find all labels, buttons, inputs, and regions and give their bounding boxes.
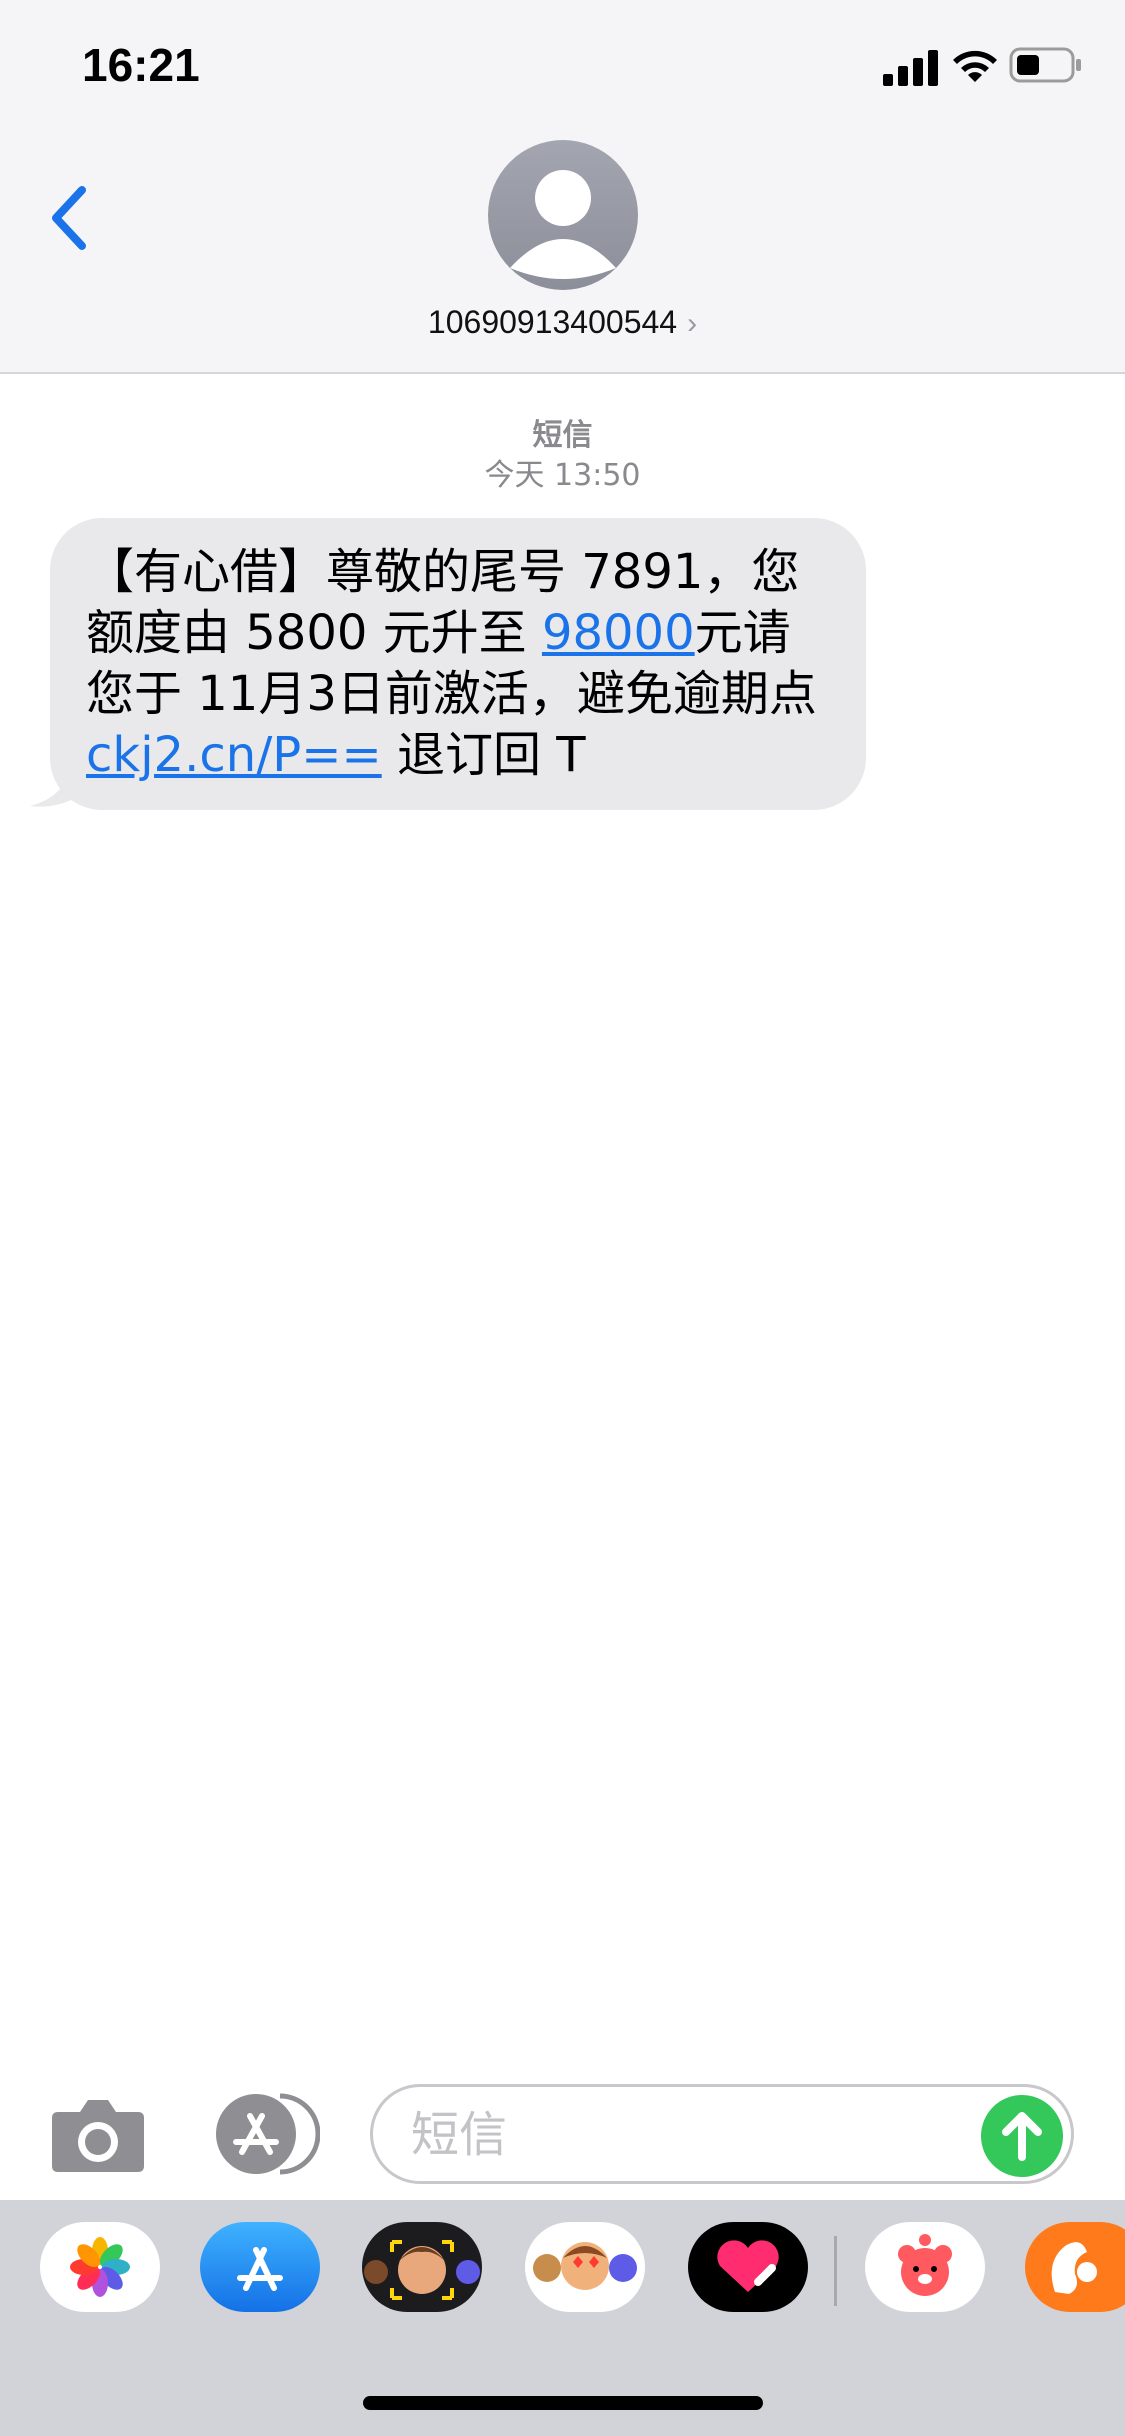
camera-button[interactable]: [50, 2098, 146, 2174]
message-input[interactable]: [409, 2099, 993, 2171]
cellular-signal-icon: [883, 50, 938, 86]
app-store-app-icon[interactable]: [200, 2222, 320, 2312]
person-icon: [510, 170, 616, 279]
message-link-amount[interactable]: 98000: [542, 605, 695, 661]
app-store-icon: [216, 2093, 321, 2175]
message-timestamp: 今天 13:50: [484, 458, 641, 493]
contact-avatar[interactable]: [488, 140, 638, 290]
camera-icon: [52, 2100, 144, 2172]
red-bear-app-icon[interactable]: [865, 2222, 985, 2312]
home-indicator[interactable]: [363, 2396, 763, 2410]
heart-digital-touch-app-icon[interactable]: [688, 2222, 808, 2312]
animoji-stickers-app-icon[interactable]: [525, 2222, 645, 2312]
apps-button[interactable]: [210, 2092, 321, 2176]
wifi-icon: [953, 50, 997, 82]
message-link-url[interactable]: ckj2.cn/P==: [86, 727, 382, 783]
photos-app-icon[interactable]: [40, 2222, 160, 2312]
chevron-left-icon: [52, 186, 86, 250]
conversation-header: 16:21 10690913400544 ›: [0, 0, 1125, 374]
orange-squirrel-app-icon[interactable]: [1025, 2222, 1125, 2312]
drawer-divider: [834, 2236, 837, 2306]
chevron-right-icon: ›: [687, 307, 698, 340]
message-input-container: [370, 2084, 1074, 2184]
heart-icon: [717, 2240, 779, 2292]
status-icons: [883, 46, 1083, 90]
stickers-face-icon: [533, 2242, 637, 2290]
bear-icon: [898, 2234, 952, 2296]
messages-screen: 16:21 10690913400544 › 短信 今天 13:50 【有心借】…: [0, 0, 1125, 2436]
squirrel-icon: [1051, 2242, 1097, 2294]
battery-icon: [1009, 47, 1081, 83]
status-time: 16:21: [82, 39, 200, 91]
photos-flower-icon: [70, 2237, 130, 2297]
message-text-part3: 退订回 T: [381, 727, 586, 783]
arrow-up-icon: [1002, 2112, 1042, 2161]
send-button[interactable]: [981, 2095, 1063, 2177]
memoji-face-icon: [364, 2240, 480, 2300]
message-bubble[interactable]: 【有心借】尊敬的尾号 7891，您额度由 5800 元升至 98000元请您于 …: [50, 518, 866, 810]
back-button[interactable]: [42, 178, 102, 258]
message-service-label: 短信: [532, 418, 593, 453]
contact-name-row[interactable]: 10690913400544 ›: [0, 304, 1125, 341]
contact-number: 10690913400544: [427, 304, 678, 340]
memoji-app-icon[interactable]: [362, 2222, 482, 2312]
app-store-glyph-icon: [237, 2247, 283, 2291]
